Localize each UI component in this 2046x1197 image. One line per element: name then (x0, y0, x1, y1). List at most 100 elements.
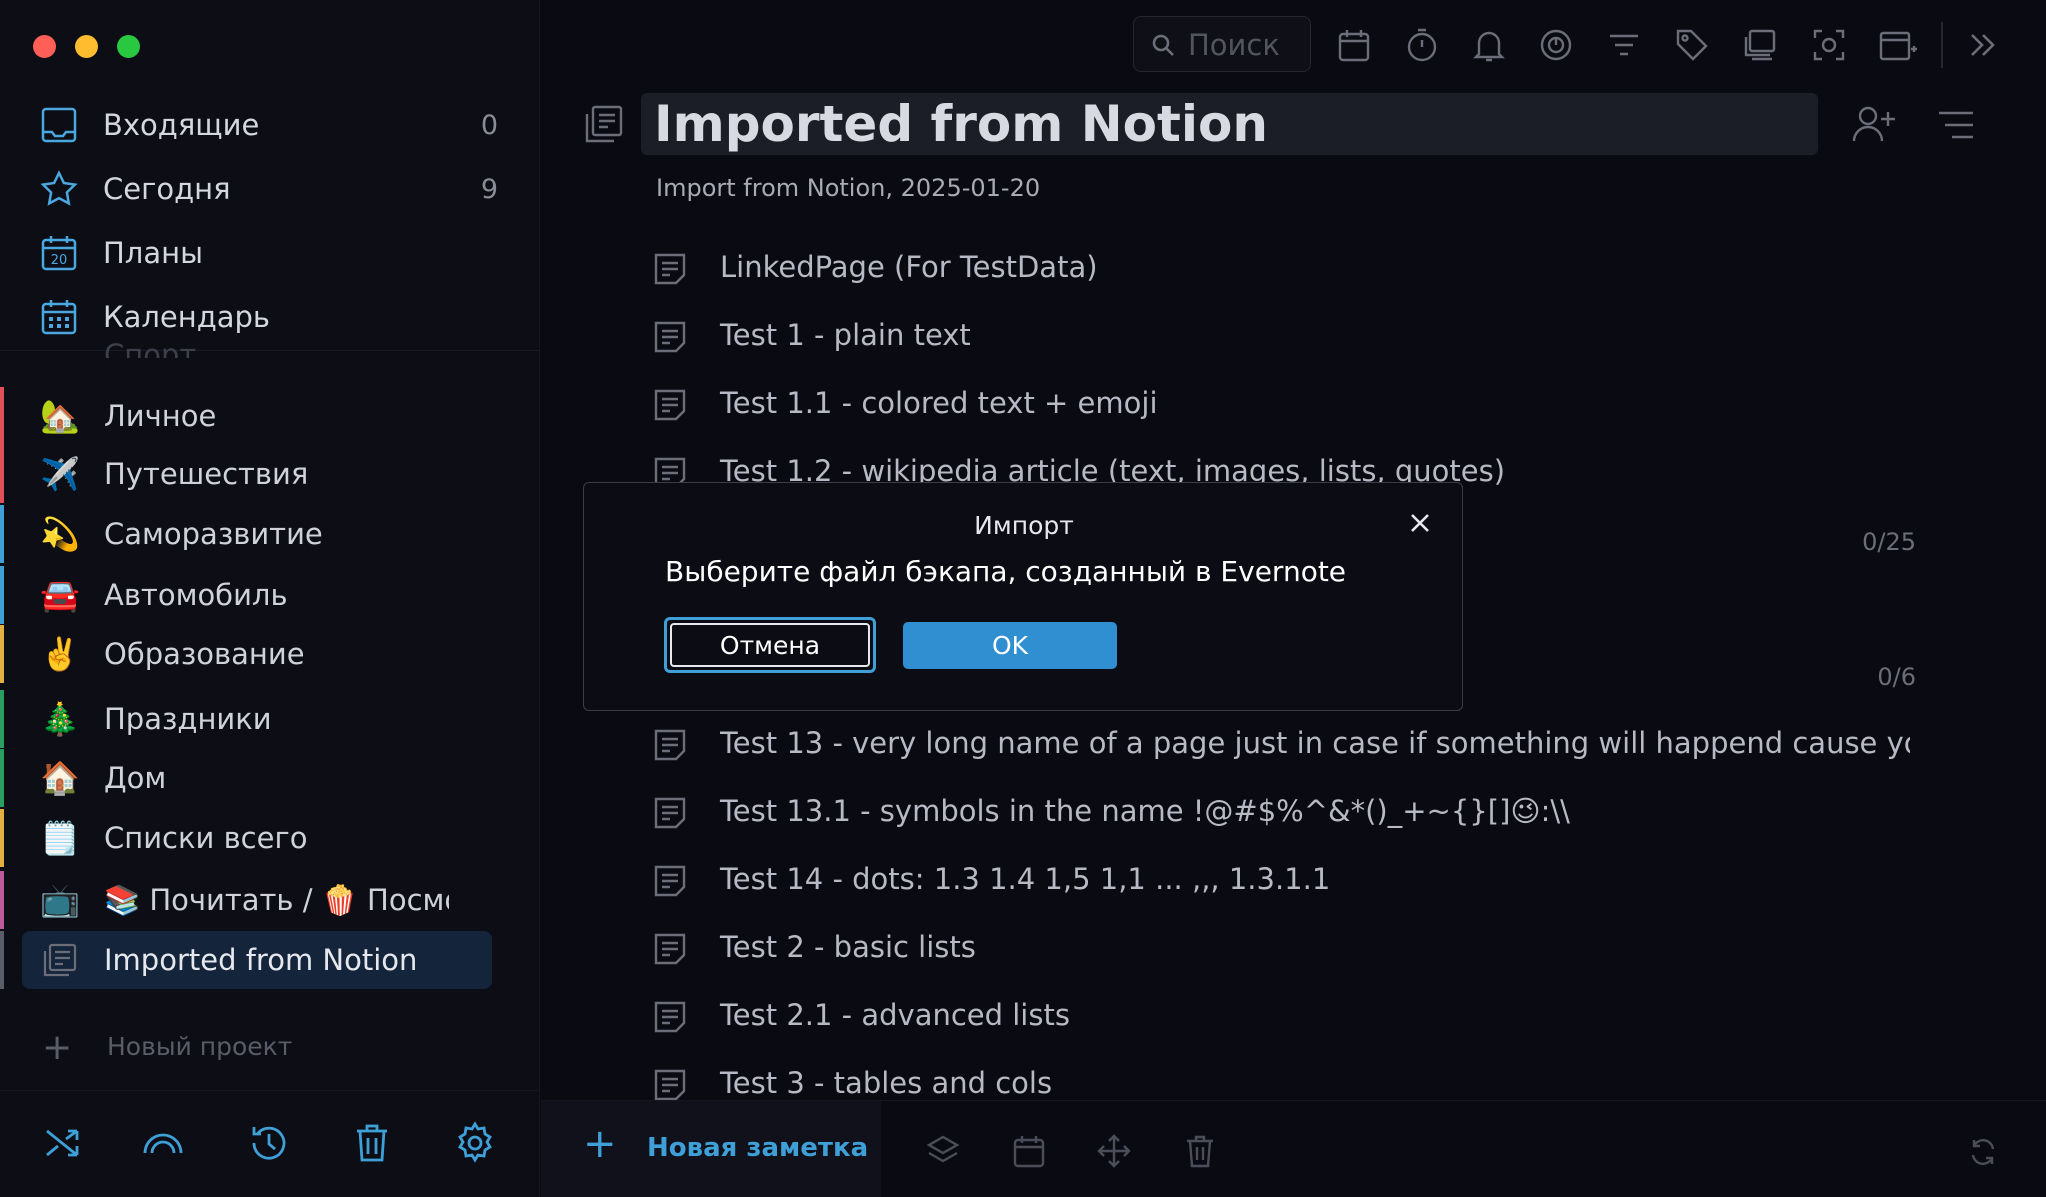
note-title: Test 13.1 - symbols in the name !@#$%^&*… (720, 794, 1570, 828)
note-icon (654, 933, 686, 965)
project-color-bar (0, 625, 4, 683)
note-title: Test 2 - basic lists (720, 930, 976, 964)
project-item[interactable]: ✈️ Путешествия (0, 445, 540, 503)
project-label: Образование (104, 637, 305, 671)
calendar-icon[interactable] (1336, 27, 1372, 63)
project-label: Дом (104, 761, 167, 795)
minimize-window-button[interactable] (75, 35, 98, 58)
calendar-icon[interactable] (1011, 1133, 1047, 1169)
sort-icon[interactable] (1936, 108, 1976, 142)
note-stack-icon[interactable] (1742, 27, 1778, 63)
page-title: Imported from Notion (654, 95, 1268, 153)
project-item-imported-from-notion[interactable]: Imported from Notion (0, 931, 540, 989)
project-emoji: 🚘 (40, 576, 80, 614)
rainbow-icon[interactable] (141, 1121, 185, 1165)
project-emoji: 🗒️ (40, 819, 80, 857)
project-label: Автомобиль (104, 578, 288, 612)
close-icon[interactable] (1408, 511, 1432, 535)
tag-icon[interactable] (1674, 27, 1710, 63)
sync-icon[interactable] (1968, 1137, 1998, 1167)
maximize-window-button[interactable] (117, 35, 140, 58)
project-item[interactable]: 🚘 Автомобиль (0, 566, 540, 624)
project-label: Личное (104, 399, 217, 433)
sidebar-item-today[interactable]: Сегодня 9 (0, 159, 540, 219)
checklist-counter: 0/6 (1877, 663, 1916, 691)
dialog-message: Выберите файл бэкапа, созданный в Everno… (665, 555, 1347, 588)
layers-icon[interactable] (925, 1133, 961, 1169)
inbox-icon (41, 107, 77, 143)
project-title-input[interactable]: Imported from Notion (641, 93, 1818, 155)
ok-button[interactable]: OK (903, 622, 1117, 669)
project-color-bar (0, 505, 4, 563)
note-title: Test 14 - dots: 1.3 1.4 1,5 1,1 ... ,,, … (720, 862, 1331, 896)
expand-icon[interactable] (1964, 27, 2000, 63)
project-color-bar (0, 690, 4, 748)
cancel-button[interactable]: Отмена (664, 617, 876, 673)
history-icon[interactable] (247, 1121, 291, 1165)
new-note-button[interactable]: + Новая заметка (541, 1101, 881, 1197)
new-project-button[interactable]: + Новый проект (0, 1028, 540, 1068)
note-title: Test 13 - very long name of a page just … (720, 726, 1910, 760)
screenshot-icon[interactable] (1811, 27, 1847, 63)
sidebar-bottom-toolbar (0, 1090, 540, 1197)
sidebar-item-inbox[interactable]: Входящие 0 (0, 95, 540, 155)
sidebar-item-plans[interactable]: 20 Планы (0, 223, 540, 283)
project-emoji: 🎄 (40, 700, 80, 738)
note-title: Test 1 - plain text (720, 318, 971, 352)
project-item[interactable]: 📺 📚 Почитать / 🍿 Посмотреть (0, 871, 540, 929)
plus-icon: + (42, 1027, 73, 1068)
bell-icon[interactable] (1471, 27, 1507, 63)
note-icon (654, 321, 686, 353)
project-emoji: 📺 (40, 881, 80, 919)
project-label: Путешествия (104, 457, 309, 491)
import-dialog: Импорт Выберите файл бэкапа, созданный в… (583, 482, 1463, 711)
star-icon (40, 170, 78, 206)
note-icon (654, 1069, 686, 1101)
project-color-bar (0, 566, 4, 624)
project-item[interactable]: ✌️ Образование (0, 625, 540, 683)
sidebar-item-calendar[interactable]: Календарь (0, 287, 540, 347)
project-color-bar (0, 809, 4, 867)
project-item[interactable]: 🏡 Личное (0, 387, 540, 445)
calendar-20-icon: 20 (41, 236, 77, 271)
sidebar-item-partially-hidden: Спорт (104, 338, 197, 358)
project-color-bar (0, 931, 4, 989)
settings-icon[interactable] (453, 1121, 497, 1165)
item-count: 9 (480, 173, 498, 205)
project-color-bar (0, 871, 4, 929)
note-title: Test 1.1 - colored text + emoji (720, 386, 1158, 420)
svg-text:20: 20 (51, 253, 68, 268)
item-count: 0 (480, 109, 498, 141)
new-note-label: Новая заметка (647, 1133, 869, 1163)
project-item[interactable]: 🏠 Дом (0, 749, 540, 807)
toolbar-divider (1941, 22, 1943, 68)
add-user-icon[interactable] (1851, 104, 1897, 144)
calendar-grid-icon (41, 300, 77, 335)
add-window-icon[interactable] (1878, 27, 1918, 63)
note-icon (654, 253, 686, 285)
project-item[interactable]: 🎄 Праздники (0, 690, 540, 748)
note-title: LinkedPage (For TestData) (720, 250, 1098, 284)
project-item[interactable]: 🗒️ Списки всего (0, 809, 540, 867)
close-window-button[interactable] (33, 35, 56, 58)
filter-icon[interactable] (1606, 27, 1642, 63)
window-controls (33, 35, 140, 58)
dialog-title: Импорт (974, 511, 1074, 540)
pomodoro-icon[interactable] (1538, 27, 1574, 63)
checklist-counter: 0/25 (1862, 528, 1916, 556)
sidebar-item-label: Календарь (103, 300, 271, 334)
sidebar-item-label: Входящие (103, 108, 260, 142)
trash-icon[interactable] (1182, 1133, 1218, 1169)
trash-icon[interactable] (350, 1121, 394, 1165)
note-icon (654, 797, 686, 829)
project-item[interactable]: 💫 Саморазвитие (0, 505, 540, 563)
shuffle-icon[interactable] (41, 1121, 85, 1165)
move-icon[interactable] (1096, 1133, 1132, 1169)
notes-stack-icon (585, 105, 623, 143)
search-icon (1152, 34, 1174, 56)
search-input[interactable]: Поиск (1133, 16, 1311, 72)
search-placeholder: Поиск (1188, 28, 1280, 62)
timer-icon[interactable] (1404, 27, 1440, 63)
project-label: Саморазвитие (104, 517, 323, 551)
project-emoji: 🏡 (40, 397, 80, 435)
